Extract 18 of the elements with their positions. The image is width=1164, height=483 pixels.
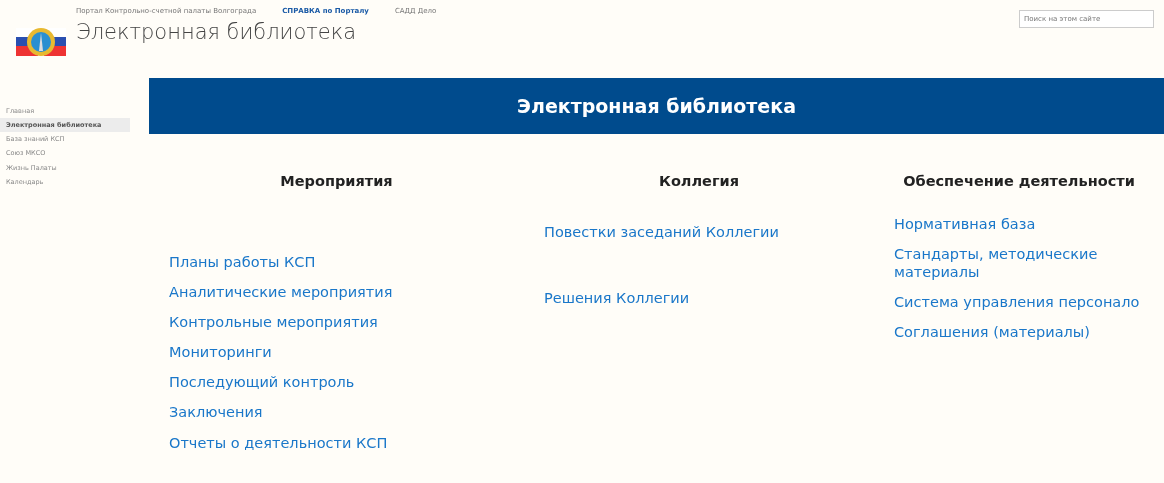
category-link[interactable]: Заключения bbox=[169, 403, 524, 422]
column-heading: Обеспечение деятельности bbox=[902, 172, 1136, 191]
category-link[interactable]: Повестки заседаний Коллегии bbox=[544, 222, 874, 241]
category-link[interactable]: Планы работы КСП bbox=[169, 252, 524, 271]
category-link[interactable]: Соглашения (материалы) bbox=[894, 323, 1144, 342]
category-link[interactable]: Контрольные мероприятия bbox=[169, 313, 524, 332]
category-link[interactable]: Отчеты о деятельности КСП bbox=[169, 433, 524, 452]
column-heading: Мероприятия bbox=[279, 172, 394, 191]
category-link[interactable]: Система управления персонало bbox=[894, 293, 1144, 312]
category-link[interactable]: Аналитические мероприятия bbox=[169, 282, 524, 301]
category-link[interactable]: Стандарты, методические материалы bbox=[894, 244, 1144, 282]
site-title: Электронная библиотека bbox=[76, 20, 358, 44]
category-link[interactable]: Мониторинги bbox=[169, 343, 524, 362]
category-link[interactable]: Решения Коллегии bbox=[544, 288, 874, 307]
page-banner: Электронная библиотека bbox=[149, 78, 1164, 134]
category-link[interactable]: Нормативная база bbox=[894, 214, 1144, 233]
category-link[interactable]: Последующий контроль bbox=[169, 373, 524, 392]
column-heading: Коллегия bbox=[658, 172, 740, 191]
